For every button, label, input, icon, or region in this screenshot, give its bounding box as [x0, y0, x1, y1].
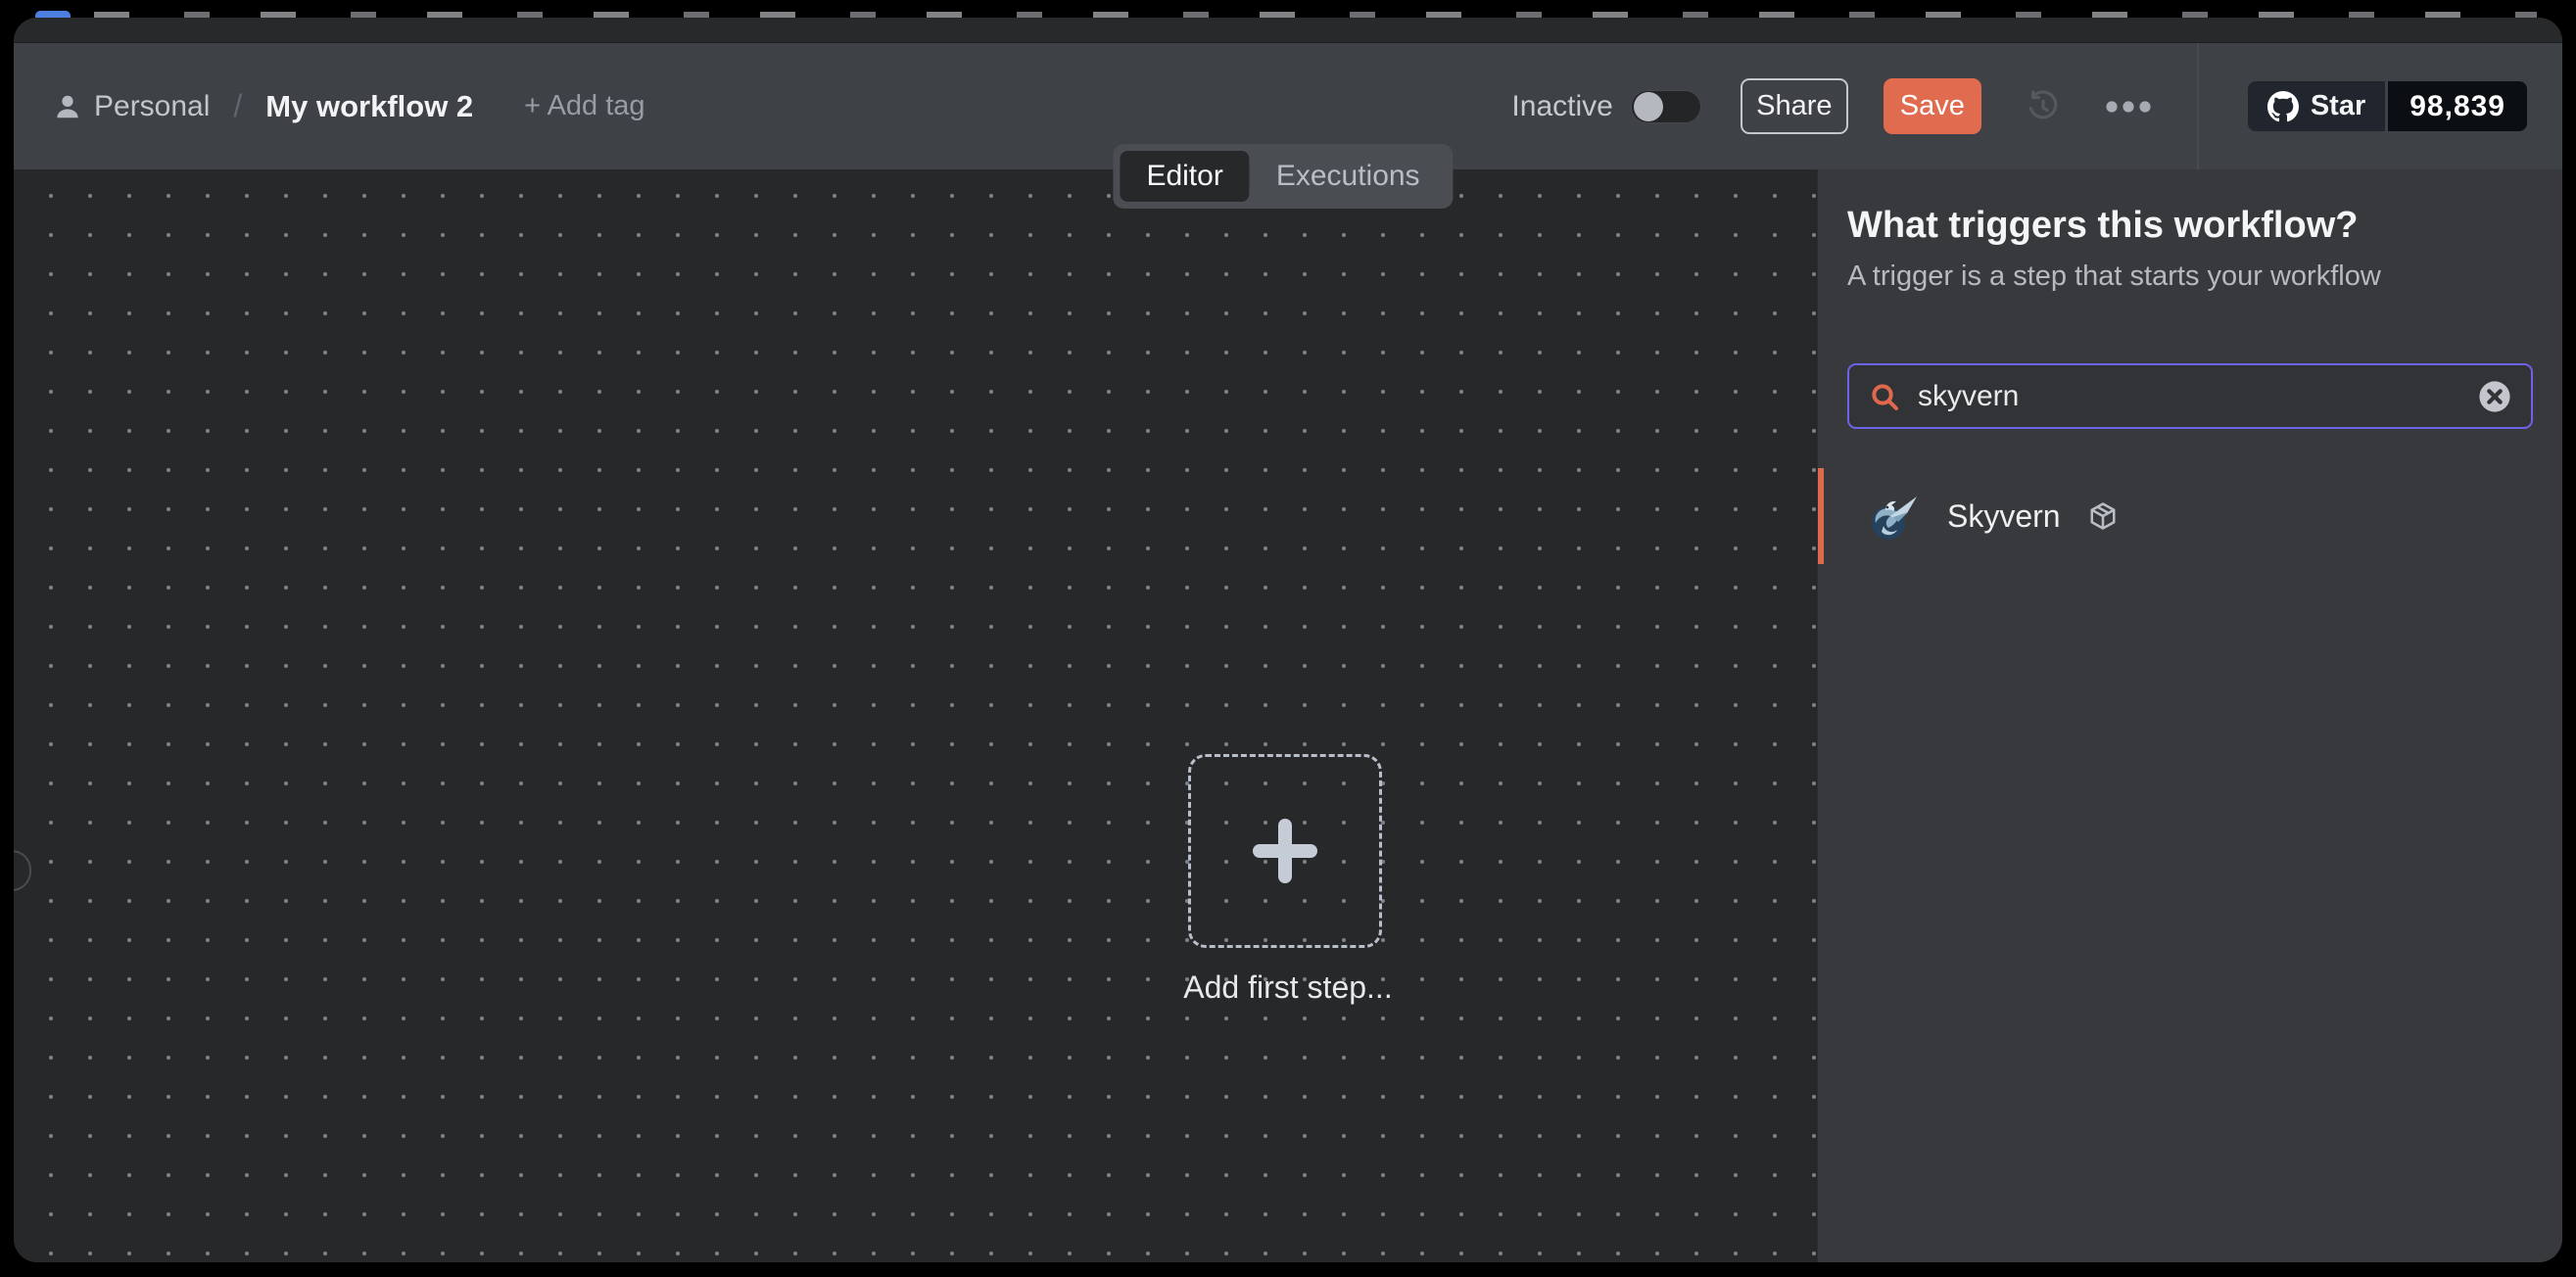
panel-title: What triggers this workflow? — [1847, 205, 2533, 247]
trigger-result-skyvern[interactable]: Skyvern — [1818, 468, 2562, 564]
selected-accent-bar — [1818, 468, 1824, 564]
breadcrumb-project-label: Personal — [94, 90, 210, 123]
tab-executions[interactable]: Executions — [1250, 151, 1447, 202]
workflow-name[interactable]: My workflow 2 — [265, 89, 473, 124]
github-star-button[interactable]: Star — [2248, 81, 2385, 131]
github-star-count[interactable]: 98,839 — [2388, 81, 2527, 131]
search-icon — [1869, 381, 1900, 412]
tab-editor[interactable]: Editor — [1120, 151, 1249, 202]
add-tag-button[interactable]: + Add tag — [524, 90, 644, 122]
github-star-label: Star — [2311, 90, 2365, 122]
add-first-step-label: Add first step... — [1183, 970, 1392, 1006]
skyvern-dragon-logo — [1861, 487, 1920, 545]
panel-subtitle: A trigger is a step that starts your wor… — [1847, 260, 2533, 293]
active-toggle-knob — [1634, 92, 1663, 121]
github-star-widget[interactable]: Star 98,839 — [2248, 81, 2527, 131]
trigger-panel: What triggers this workflow? A trigger i… — [1817, 169, 2562, 1262]
active-toggle[interactable] — [1631, 90, 1701, 123]
browser-chrome-strip — [14, 18, 2562, 43]
breadcrumb-separator: / — [227, 88, 248, 124]
workflow-canvas[interactable]: Add first step... — [14, 169, 1817, 1262]
more-options-icon[interactable] — [2105, 100, 2152, 114]
header-actions: Inactive Share Save — [1511, 43, 2527, 169]
workflow-status-label: Inactive — [1511, 90, 1612, 123]
view-tabs: Editor Executions — [1113, 144, 1453, 209]
save-button[interactable]: Save — [1884, 78, 1981, 134]
history-icon[interactable] — [2025, 88, 2062, 125]
search-input[interactable] — [1918, 380, 2460, 413]
main-area: Add first step... What triggers this wor… — [14, 169, 2562, 1262]
github-icon — [2267, 91, 2299, 122]
package-icon — [2088, 501, 2118, 531]
sidebar-collapse-handle[interactable] — [14, 850, 31, 891]
share-button[interactable]: Share — [1741, 78, 1848, 134]
user-icon — [53, 92, 82, 121]
breadcrumb-project[interactable]: Personal — [53, 90, 210, 123]
add-first-step-button[interactable] — [1188, 754, 1382, 948]
clear-search-icon[interactable] — [2478, 380, 2511, 413]
header-divider — [2197, 43, 2199, 169]
trigger-results-list: Skyvern — [1818, 468, 2562, 564]
breadcrumb: Personal / My workflow 2 + Add tag — [53, 88, 645, 124]
plus-icon — [1249, 815, 1321, 887]
node-search-box[interactable] — [1847, 363, 2533, 429]
